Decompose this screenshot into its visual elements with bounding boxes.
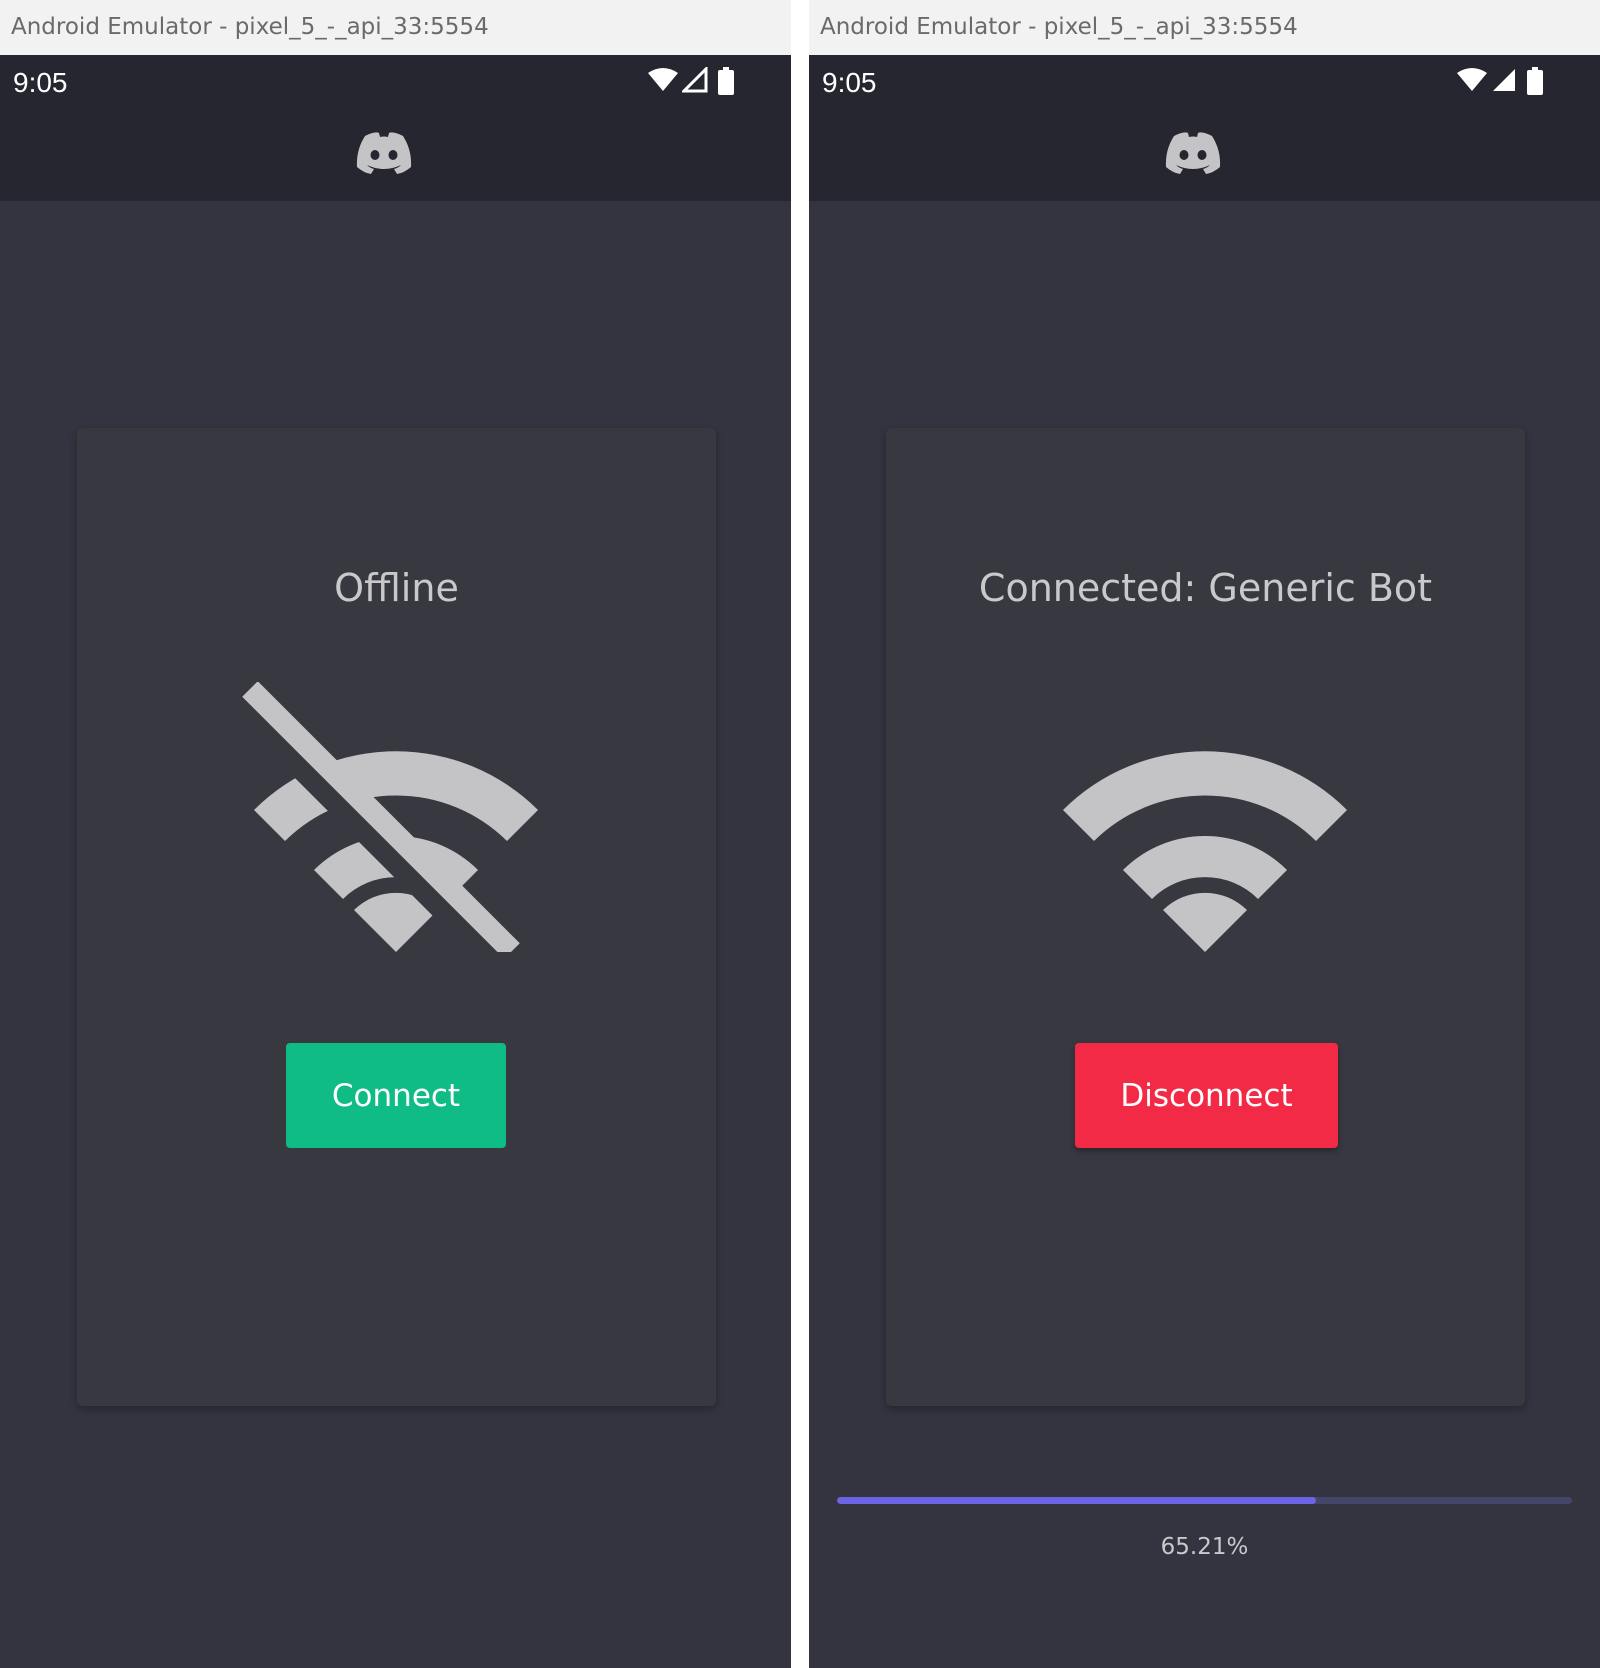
status-bar-icons bbox=[648, 67, 743, 97]
connection-card: Offline Connect bbox=[77, 428, 716, 1406]
disconnect-button[interactable]: Disconnect bbox=[1075, 1043, 1338, 1148]
connection-status-title: Offline bbox=[334, 566, 459, 610]
discord-logo-icon bbox=[1165, 132, 1221, 174]
wifi-off-icon bbox=[231, 682, 538, 952]
discord-logo-icon bbox=[356, 132, 412, 174]
status-bar-time: 9:05 bbox=[13, 67, 68, 98]
wifi-status-icon bbox=[1457, 68, 1487, 91]
signal-status-icon bbox=[1493, 69, 1515, 91]
window-title: Android Emulator - pixel_5_-_api_33:5554 bbox=[0, 0, 791, 55]
emulator-window-right: Android Emulator - pixel_5_-_api_33:5554… bbox=[809, 0, 1600, 1668]
status-bar-time: 9:05 bbox=[822, 67, 877, 98]
window-title: Android Emulator - pixel_5_-_api_33:5554 bbox=[809, 0, 1600, 55]
emulator-window-left: Android Emulator - pixel_5_-_api_33:5554… bbox=[0, 0, 791, 1668]
connect-button[interactable]: Connect bbox=[286, 1043, 506, 1148]
signal-status-icon bbox=[682, 67, 708, 93]
battery-status-icon bbox=[718, 67, 734, 95]
wifi-icon bbox=[1063, 751, 1347, 952]
connection-status-title: Connected: Generic Bot bbox=[978, 566, 1433, 610]
progress-percentage: 65.21% bbox=[1160, 1534, 1249, 1560]
progress-bar-fill bbox=[837, 1497, 1317, 1504]
wifi-status-icon bbox=[648, 68, 678, 91]
battery-status-icon bbox=[1527, 67, 1543, 95]
app-bar: 9:05 bbox=[0, 55, 791, 201]
connection-card: Connected: Generic Bot Disconnect bbox=[886, 428, 1525, 1406]
status-bar-icons bbox=[1457, 67, 1552, 97]
app-bar: 9:05 bbox=[809, 55, 1600, 201]
progress-bar bbox=[837, 1497, 1572, 1504]
